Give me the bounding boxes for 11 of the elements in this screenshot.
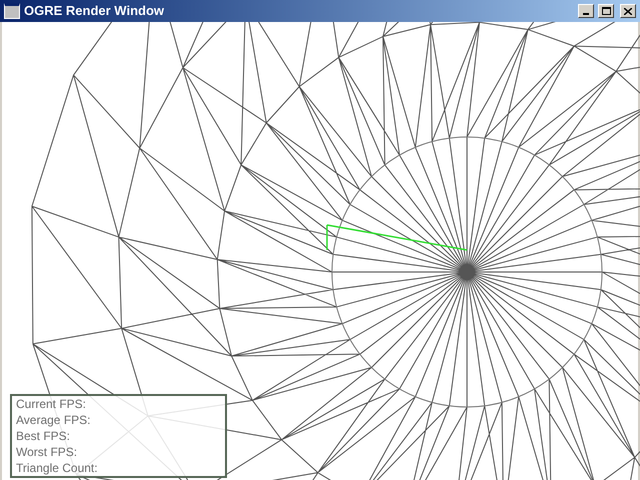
close-icon <box>624 8 632 14</box>
stats-text: Best FPS: <box>16 428 72 444</box>
close-button[interactable] <box>620 4 636 18</box>
minimize-button[interactable] <box>578 4 594 18</box>
stats-text: Worst FPS: <box>16 444 78 460</box>
window-title: OGRE Render Window <box>24 2 164 20</box>
stats-text: Current FPS: <box>16 396 88 412</box>
stats-text: Average FPS: <box>16 412 92 428</box>
window-icon <box>4 3 20 19</box>
maximize-button[interactable] <box>598 4 614 18</box>
stats-text: Triangle Count: <box>16 460 99 476</box>
